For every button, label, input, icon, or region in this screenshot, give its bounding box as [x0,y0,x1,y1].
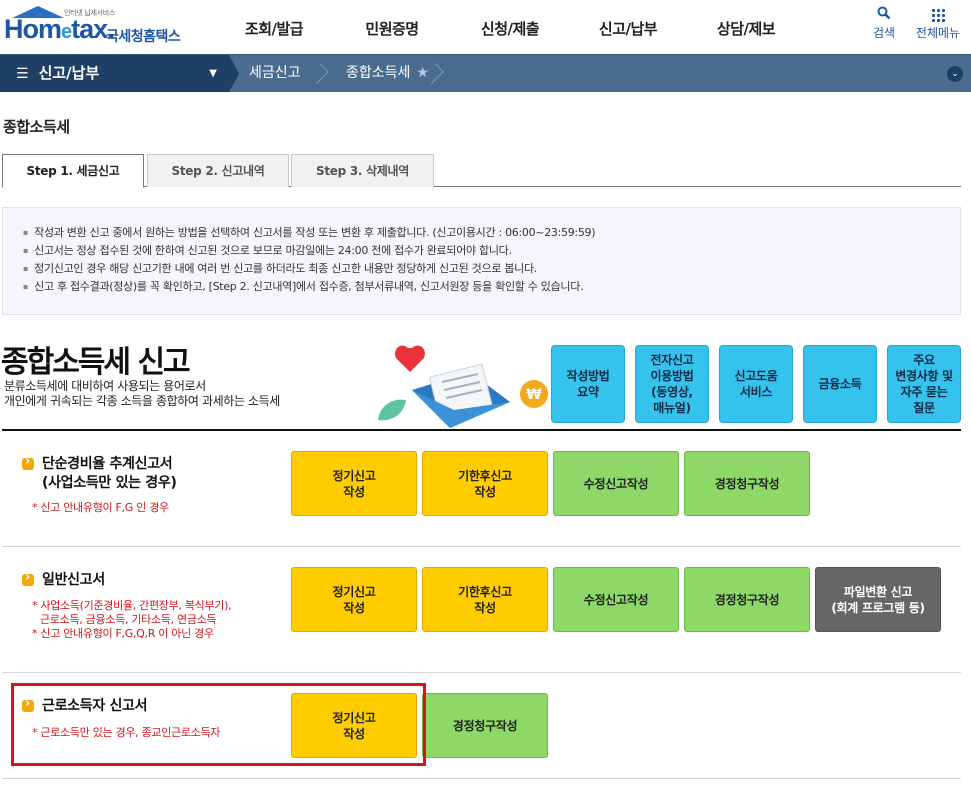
tab-step2[interactable]: Step 2. 신고내역 [147,154,289,187]
quick-link-e-filing-guide[interactable]: 전자신고 이용방법 (동영상, 매뉴얼) [635,345,709,423]
notice-item: 신고서는 정상 접수된 것에 한하여 신고된 것으로 보므로 마감일에는 24:… [23,242,960,260]
svg-text:₩: ₩ [526,387,542,403]
grid-menu-icon [908,6,968,24]
all-menu-button[interactable]: 전체메뉴 [908,6,968,41]
tab-step1[interactable]: Step 1. 세금신고 [2,154,144,188]
page: 인터넷 납세서비스 Hometax. 국세청홈택스 조회/발급 민원증명 신청/… [0,0,971,785]
location-main-label: 신고/납부 [38,64,100,82]
regular-filing-button[interactable]: 정기신고 작성 [291,567,417,632]
notice-item: 신고 후 접수결과(정상)를 꼭 확인하고, [Step 2. 신고내역]에서 … [23,278,960,296]
caret-down-icon: ▼ [209,68,217,79]
location-bar: ☰ 신고/납부 ▼ 세금신고 종합소득세 ★ ⌄ [0,54,971,92]
search-label: 검색 [872,26,896,40]
search-button[interactable]: 검색 [866,6,902,41]
location-arrow [229,55,239,92]
row-note: * 사업소득(기준경비율, 간편장부, 복식부기), [32,599,232,612]
quick-link-faq[interactable]: 주요 변경사항 및 자주 묻는 질문 [887,345,961,423]
nav-filing-payment[interactable]: 신고/납부 [569,0,687,54]
hamburger-icon: ☰ [16,66,29,82]
section-title: 종합소득세 신고 [1,345,191,380]
amended-filing-button[interactable]: 수정신고작성 [553,567,679,632]
chevron-down-icon[interactable]: ⌄ [947,66,963,82]
step-tabs: Step 1. 세금신고 Step 2. 신고내역 Step 3. 삭제내역 [2,154,961,188]
row-title-simple-expense: 단순경비율 추계신고서 (사업소득만 있는 경우) [42,456,177,491]
quick-link-filing-help[interactable]: 신고도움 서비스 [719,345,793,423]
global-nav: 조회/발급 민원증명 신청/제출 신고/납부 상담/제보 [215,0,805,54]
section-description: 분류소득세에 대비하여 사용되는 용어로서 개인에게 귀속되는 각종 소득을 종… [4,379,280,408]
row-divider [2,778,961,779]
notice-box: 작성과 변환 신고 중에서 원하는 방법을 선택하여 신고서를 작성 또는 변환… [2,207,961,315]
tax-illustration-icon: ₩ [378,345,548,428]
nav-certificate[interactable]: 민원증명 [333,0,451,54]
file-conversion-button[interactable]: 파일변환 신고 (회계 프로그램 등) [815,567,941,632]
quick-link-financial-income[interactable]: 금융소득 [803,345,877,423]
logo-wordmark: Hometax. [4,14,115,44]
location-main-menu[interactable]: ☰ 신고/납부 ▼ [0,55,229,92]
all-menu-label: 전체메뉴 [915,26,961,40]
arrow-bullet-icon [22,570,34,586]
section-divider [2,429,961,431]
site-header: 인터넷 납세서비스 Hometax. 국세청홈택스 조회/발급 민원증명 신청/… [0,0,971,54]
row-divider [2,546,961,547]
arrow-bullet-icon [22,454,34,470]
nav-consulting[interactable]: 상담/제보 [687,0,805,54]
highlight-box [11,683,426,766]
row-note: 근로소득, 금융소득, 기타소득, 연금소득 [40,613,217,626]
logo-korean: 국세청홈택스 [106,29,181,45]
breadcrumb-tax-filing[interactable]: 세금신고 [249,55,301,92]
refund-claim-button[interactable]: 경정청구작성 [422,693,548,758]
late-filing-button[interactable]: 기한후신고 작성 [422,451,548,516]
search-icon [866,6,902,24]
page-title: 종합소득세 [3,118,70,136]
regular-filing-button[interactable]: 정기신고 작성 [291,451,417,516]
breadcrumb-separator [307,62,329,85]
notice-item: 정기신고인 경우 해당 신고기한 내에 여러 번 신고를 하더라도 최종 신고한… [23,260,960,278]
refund-claim-button[interactable]: 경정청구작성 [684,567,810,632]
nav-inquiry[interactable]: 조회/발급 [215,0,333,54]
refund-claim-button[interactable]: 경정청구작성 [684,451,810,516]
notice-item: 작성과 변환 신고 중에서 원하는 방법을 선택하여 신고서를 작성 또는 변환… [23,224,960,242]
favorite-star-icon[interactable]: ★ [416,65,429,81]
row-title-general: 일반신고서 [42,572,105,588]
late-filing-button[interactable]: 기한후신고 작성 [422,567,548,632]
amended-filing-button[interactable]: 수정신고작성 [553,451,679,516]
row-note: * 신고 안내유형이 F,G,Q,R 이 아닌 경우 [32,627,214,640]
tab-step3[interactable]: Step 3. 삭제내역 [291,154,434,187]
nav-application[interactable]: 신청/제출 [451,0,569,54]
quick-link-guide-summary[interactable]: 작성방법 요약 [551,345,625,423]
hometax-logo[interactable]: 인터넷 납세서비스 Hometax. 국세청홈택스 [2,4,187,48]
row-divider [2,672,961,673]
breadcrumb-current[interactable]: 종합소득세 ★ [346,55,429,92]
row-note: * 신고 안내유형이 F,G 인 경우 [32,501,169,514]
